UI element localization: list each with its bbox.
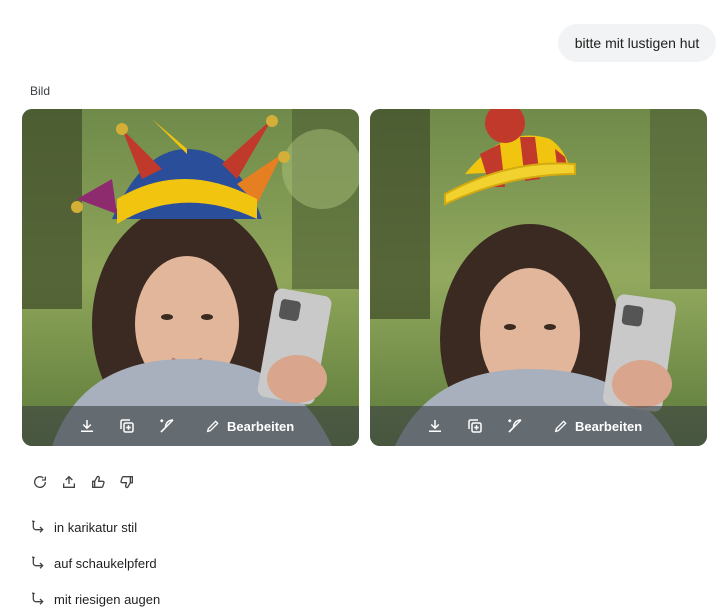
share-icon[interactable]	[503, 414, 527, 438]
suggestion-arrow-icon	[31, 556, 44, 569]
edit-button-label: Bearbeiten	[227, 418, 295, 434]
photo-girl-pompom-hat	[370, 109, 707, 446]
edit-button[interactable]: Bearbeiten	[205, 414, 294, 438]
download-icon[interactable]	[423, 414, 447, 438]
edit-button-label: Bearbeiten	[575, 418, 643, 434]
section-label: Bild	[30, 84, 51, 98]
download-icon[interactable]	[75, 414, 99, 438]
regenerate-icon[interactable]	[30, 472, 50, 492]
image-toolbar: Bearbeiten	[22, 406, 359, 446]
suggestion-label: auf schaukelpferd	[54, 555, 157, 571]
thumbs-up-icon[interactable]	[88, 472, 108, 492]
suggestion-chip[interactable]: auf schaukelpferd	[30, 553, 157, 573]
photo-girl-jester-hat	[22, 109, 359, 446]
suggestion-chip[interactable]: in karikatur stil	[30, 517, 137, 537]
pencil-icon	[554, 420, 567, 433]
share-icon[interactable]	[59, 472, 79, 492]
suggestion-chip[interactable]: mit riesigen augen	[30, 589, 160, 609]
copy-icon[interactable]	[463, 414, 487, 438]
generated-image-1[interactable]: Bearbeiten	[22, 109, 359, 446]
suggestion-arrow-icon	[31, 592, 44, 605]
image-toolbar: Bearbeiten	[370, 406, 707, 446]
suggestion-label: mit riesigen augen	[54, 591, 161, 607]
copy-icon[interactable]	[115, 414, 139, 438]
suggestion-arrow-icon	[31, 520, 44, 533]
edit-button[interactable]: Bearbeiten	[553, 414, 642, 438]
user-message-text: bitte mit lustigen hut	[574, 35, 700, 51]
suggestion-label: in karikatur stil	[54, 519, 138, 535]
user-message-bubble: bitte mit lustigen hut	[558, 24, 716, 62]
generated-image-2[interactable]: Bearbeiten	[370, 109, 707, 446]
pencil-icon	[206, 420, 219, 433]
share-icon[interactable]	[155, 414, 179, 438]
thumbs-down-icon[interactable]	[117, 472, 137, 492]
